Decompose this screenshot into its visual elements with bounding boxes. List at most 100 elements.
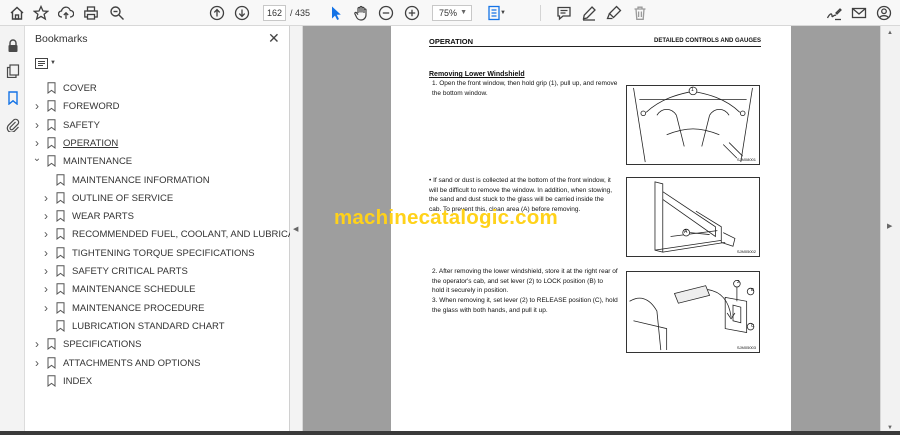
- bookmark-item[interactable]: MAINTENANCE INFORMATION: [41, 172, 210, 188]
- bookmark-icon: [56, 265, 65, 277]
- select-pointer-icon[interactable]: [326, 3, 346, 23]
- bookmark-item[interactable]: › WEAR PARTS: [41, 208, 134, 224]
- bookmark-label: INDEX: [63, 375, 93, 387]
- figure-lock-lever: 2 B C SJM05003: [626, 271, 760, 353]
- bookmark-item[interactable]: INDEX: [32, 373, 92, 389]
- highlight-icon[interactable]: [604, 3, 624, 23]
- bookmark-item[interactable]: › RECOMMENDED FUEL, COOLANT, AND LUBRICAN…: [41, 226, 307, 242]
- pages-icon[interactable]: [4, 62, 21, 79]
- bookmark-icon: [47, 357, 56, 369]
- page-up-icon[interactable]: [207, 3, 227, 23]
- chevron-right-icon[interactable]: ›: [32, 136, 42, 150]
- bookmark-label: COVER: [63, 82, 97, 94]
- chevron-right-icon[interactable]: ›: [41, 209, 51, 223]
- bookmark-item[interactable]: › SPECIFICATIONS: [32, 336, 141, 352]
- scroll-up-icon[interactable]: ▲: [887, 30, 893, 36]
- bookmark-icon: [56, 320, 65, 332]
- document-viewport[interactable]: OPERATION DETAILED CONTROLS AND GAUGES R…: [303, 26, 880, 435]
- watermark-text: machinecatalogic.com: [334, 206, 558, 229]
- step-1-text: 1. Open the front window, then hold grip…: [432, 80, 618, 97]
- figure-3-code: SJM05003: [736, 345, 756, 350]
- bookmark-item[interactable]: LUBRICATION STANDARD CHART: [41, 318, 225, 334]
- figure-1-callout: 1: [691, 87, 694, 93]
- figure-2-code: SJM05002: [736, 249, 756, 254]
- delete-icon[interactable]: [630, 3, 650, 23]
- bookmark-item[interactable]: › TIGHTENING TORQUE SPECIFICATIONS: [41, 245, 255, 261]
- bookmark-icon: [47, 155, 56, 167]
- zoom-level-value: 75%: [439, 8, 458, 18]
- zoom-out-icon[interactable]: [376, 3, 396, 23]
- scroll-thumb[interactable]: ▶: [883, 222, 897, 232]
- bookmark-item[interactable]: › SAFETY: [32, 117, 100, 133]
- bookmark-item[interactable]: › MAINTENANCE PROCEDURE: [41, 300, 205, 316]
- bookmark-label: LUBRICATION STANDARD CHART: [72, 320, 225, 332]
- chevron-right-icon[interactable]: ›: [32, 118, 42, 132]
- upload-icon[interactable]: [56, 3, 76, 23]
- home-icon[interactable]: [7, 3, 27, 23]
- step-2-text: 2. After removing the lower windshield, …: [432, 268, 618, 295]
- page-total: / 435: [290, 8, 311, 18]
- bookmark-item[interactable]: › OPERATION: [32, 135, 118, 151]
- bookmarks-panel: Bookmarks ✕ ▼ COVER › FOREWORD › SAFETY › OPER…: [25, 26, 307, 435]
- hand-icon[interactable]: [351, 3, 371, 23]
- close-icon[interactable]: ✕: [268, 31, 280, 45]
- comment-icon[interactable]: [554, 3, 574, 23]
- account-icon[interactable]: [874, 3, 894, 23]
- sign-icon[interactable]: [824, 3, 844, 23]
- bookmark-options-button[interactable]: ▼: [35, 56, 56, 70]
- chevron-right-icon[interactable]: ›: [41, 282, 51, 296]
- vertical-scrollbar[interactable]: ▲ ▶ ▼: [880, 26, 900, 435]
- bookmarks-panel-title: Bookmarks: [35, 33, 88, 45]
- paperclip-icon[interactable]: [4, 116, 21, 133]
- bookmark-label: SAFETY CRITICAL PARTS: [72, 265, 188, 277]
- bookmark-label: FOREWORD: [63, 100, 120, 112]
- chevron-right-icon[interactable]: ›: [41, 264, 51, 278]
- star-icon[interactable]: [31, 3, 51, 23]
- toolbar-divider: [540, 5, 541, 21]
- collapse-panel-icon[interactable]: ◀: [293, 225, 298, 233]
- chevron-right-icon[interactable]: ›: [32, 99, 42, 113]
- lock-icon[interactable]: [4, 37, 21, 54]
- bookmark-item[interactable]: › MAINTENANCE SCHEDULE: [41, 281, 196, 297]
- bookmark-label: ATTACHMENTS AND OPTIONS: [63, 357, 201, 369]
- chevron-right-icon[interactable]: ›: [41, 301, 51, 315]
- bookmark-item[interactable]: › ATTACHMENTS AND OPTIONS: [32, 355, 200, 371]
- bookmark-label: SAFETY: [63, 119, 100, 131]
- pen-icon[interactable]: [579, 3, 599, 23]
- print-icon[interactable]: [81, 3, 101, 23]
- bookmark-label: OUTLINE OF SERVICE: [72, 192, 174, 204]
- chevron-down-icon[interactable]: ⌄: [32, 153, 42, 164]
- chevron-right-icon[interactable]: ›: [32, 337, 42, 351]
- bookmark-icon: [47, 375, 56, 387]
- bookmark-icon: [47, 100, 56, 112]
- page-fit-chevron-icon[interactable]: ▼: [498, 3, 508, 23]
- zoom-level-select[interactable]: 75% ▼: [432, 5, 472, 21]
- bookmark-item[interactable]: ⌄ MAINTENANCE: [32, 153, 132, 169]
- chevron-right-icon[interactable]: ›: [41, 227, 51, 241]
- expand-panel-icon: ▶: [887, 223, 893, 230]
- bookmark-item[interactable]: › SAFETY CRITICAL PARTS: [41, 263, 188, 279]
- bottom-taskbar-strip: [0, 431, 900, 435]
- chevron-right-icon[interactable]: ›: [41, 246, 51, 260]
- bookmark-label: MAINTENANCE INFORMATION: [72, 174, 210, 186]
- chevron-right-icon[interactable]: ›: [32, 356, 42, 370]
- figure-1-code: SJM08001: [736, 157, 756, 162]
- bookmark-item[interactable]: › OUTLINE OF SERVICE: [41, 190, 173, 206]
- bookmark-icon: [56, 210, 65, 222]
- bookmark-item[interactable]: COVER: [32, 80, 97, 96]
- page-down-icon[interactable]: [232, 3, 252, 23]
- bookmark-label: MAINTENANCE SCHEDULE: [72, 283, 196, 295]
- bookmark-label: OPERATION: [63, 137, 119, 149]
- bookmark-label: MAINTENANCE PROCEDURE: [72, 302, 205, 314]
- zoom-in-icon[interactable]: [402, 3, 422, 23]
- bookmark-item[interactable]: › FOREWORD: [32, 98, 119, 114]
- panel-splitter[interactable]: ◀: [290, 26, 303, 435]
- bookmark-icon: [56, 302, 65, 314]
- mail-icon[interactable]: [849, 3, 869, 23]
- zoom-search-icon[interactable]: [107, 3, 127, 23]
- bookmark-icon[interactable]: [4, 89, 21, 106]
- page-number-input[interactable]: 162: [263, 5, 286, 21]
- chevron-right-icon[interactable]: ›: [41, 191, 51, 205]
- chevron-down-icon: ▼: [460, 9, 467, 16]
- figure-clean-area: A SJM05002: [626, 177, 760, 257]
